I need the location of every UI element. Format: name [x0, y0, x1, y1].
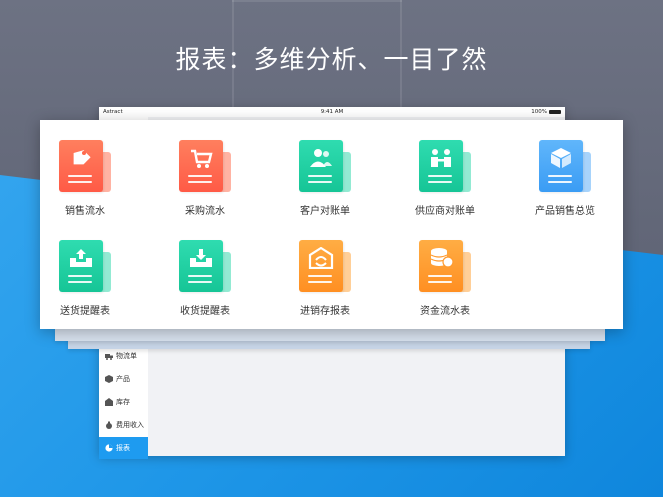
report-label: 产品销售总览 [535, 206, 595, 217]
report-label: 收货提醒表 [180, 306, 230, 317]
report-label: 资金流水表 [420, 306, 470, 317]
battery-icon [549, 110, 561, 114]
report-tile-inventory-report[interactable]: 进销存报表 [289, 240, 361, 317]
sidebar-item-product[interactable]: 产品 [99, 368, 148, 390]
sidebar-item-expenses[interactable]: 费用收入 [99, 414, 148, 436]
report-label: 送货提醒表 [60, 306, 110, 317]
report-tile-receiving-reminder[interactable]: 收货提醒表 [169, 240, 241, 317]
report-label: 客户对账单 [300, 206, 350, 217]
report-tile-purchase-flow[interactable]: 采购流水 [169, 140, 241, 217]
battery-percent: 100% [531, 109, 547, 115]
report-label: 供应商对账单 [415, 206, 475, 217]
battery-indicator: 100% [531, 109, 561, 115]
report-label: 销售流水 [65, 206, 105, 217]
inbox-download-icon [190, 249, 212, 267]
sidebar-item-label: 产品 [116, 375, 130, 383]
report-tile-product-sales-overview[interactable]: 产品销售总览 [529, 140, 601, 217]
card-stack-middle [55, 329, 605, 341]
pie-chart-icon [105, 444, 113, 452]
report-label: 采购流水 [185, 206, 225, 217]
money-bag-icon [106, 421, 112, 429]
report-tile-cash-flow[interactable]: 资金流水表 [409, 240, 481, 317]
sidebar-item-label: 库存 [116, 398, 130, 406]
report-panel: 销售流水 采购流水 客户对账单 供应商对账单 产品销售总览 送货提醒表 收货提醒… [40, 120, 623, 329]
sidebar-item-label: 报表 [116, 444, 130, 452]
shopping-cart-icon [191, 149, 213, 168]
report-tile-supplier-statement[interactable]: 供应商对账单 [409, 140, 481, 217]
report-document-icon [539, 140, 591, 192]
inbox-upload-icon [70, 249, 92, 267]
status-time: 9:41 AM [320, 109, 344, 115]
report-document-icon [419, 240, 471, 292]
sidebar-item-label: 费用收入 [116, 421, 144, 429]
sidebar-item-label: 物流单 [116, 352, 137, 360]
report-document-icon [59, 140, 111, 192]
status-bar: Astract 9:41 AM 100% [99, 107, 565, 117]
users-icon [310, 149, 332, 167]
report-tile-customer-statement[interactable]: 客户对账单 [289, 140, 361, 217]
report-document-icon [179, 240, 231, 292]
report-tile-delivery-reminder[interactable]: 送货提醒表 [49, 240, 121, 317]
report-label: 进销存报表 [300, 306, 350, 317]
box-icon [551, 148, 571, 168]
report-tile-sales-flow[interactable]: 销售流水 [49, 140, 121, 217]
sidebar-item-reports[interactable]: 报表 [99, 437, 148, 459]
report-document-icon [59, 240, 111, 292]
price-tag-icon [73, 150, 91, 165]
cube-icon [105, 375, 113, 383]
report-document-icon [299, 140, 351, 192]
truck-icon [105, 354, 113, 360]
warehouse-icon [105, 398, 113, 406]
report-document-icon [179, 140, 231, 192]
report-document-icon [419, 140, 471, 192]
headline: 报表：多维分析、一目了然 [175, 45, 488, 74]
sidebar-item-inventory[interactable]: 库存 [99, 391, 148, 413]
warehouse-cycle-icon [308, 247, 334, 269]
report-document-icon [299, 240, 351, 292]
handshake-icon [431, 149, 451, 167]
coins-icon [430, 248, 454, 268]
